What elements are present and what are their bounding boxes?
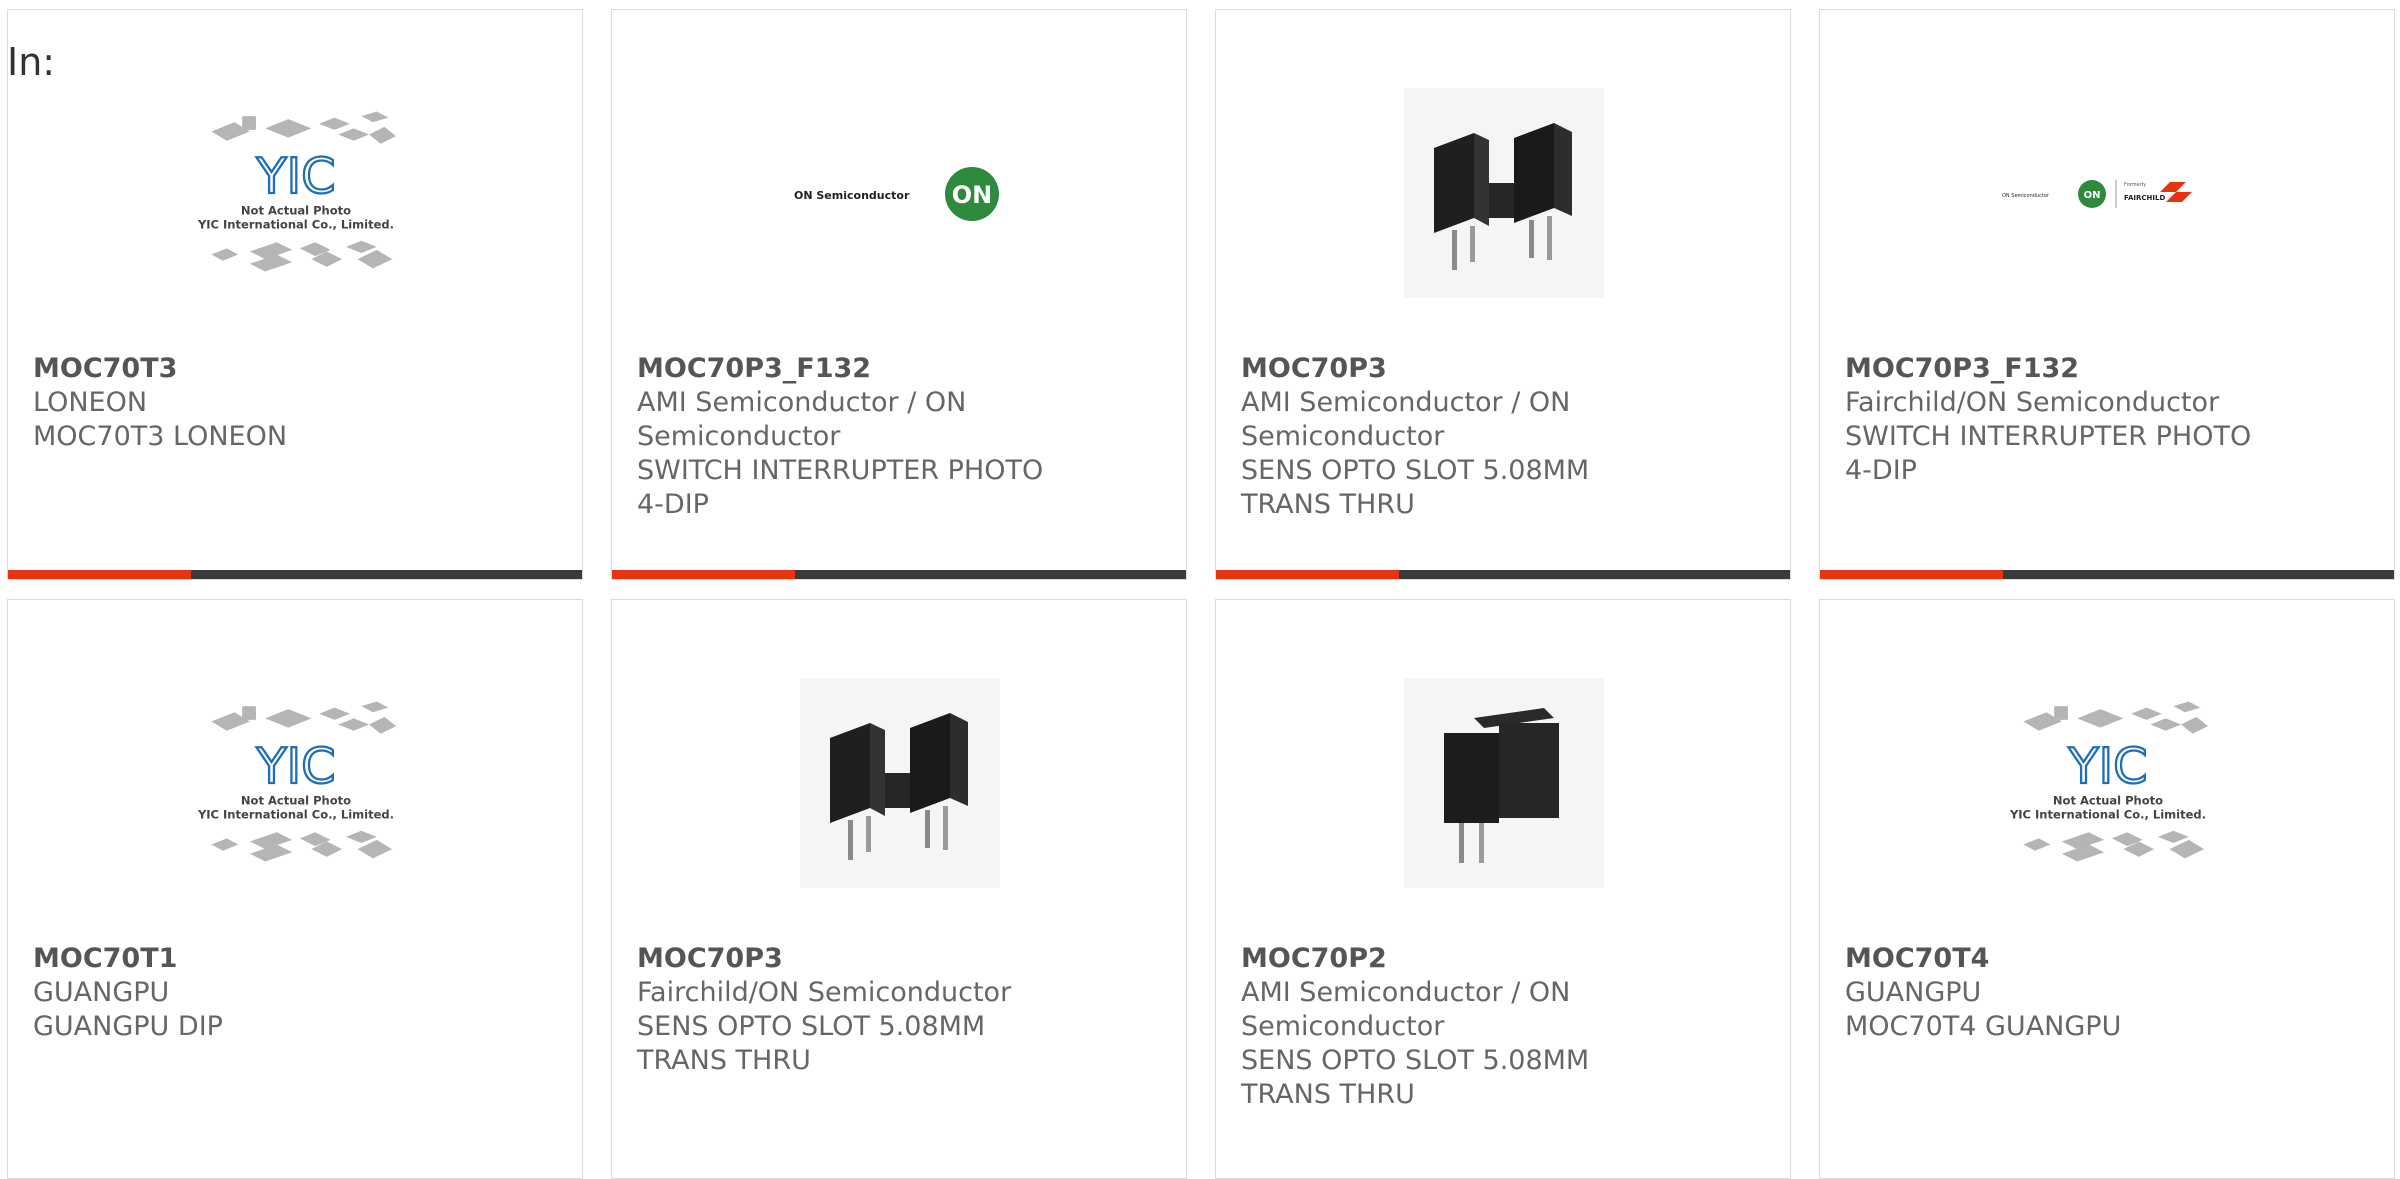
company-caption: YIC International Co., Limited.	[2009, 807, 2206, 821]
product-card[interactable]: YIC Not Actual Photo YIC International C…	[7, 599, 583, 1179]
card-accent-bar	[1216, 570, 1399, 579]
on-semi-logo: ON Semiconductor ON	[792, 88, 1012, 298]
on-semi-wordmark-small: ON Semiconductor	[2002, 193, 2050, 199]
part-number[interactable]: MOC70P3_F132	[637, 352, 1057, 386]
product-card[interactable]: ON Semiconductor ON MOC70P3_F132 AMI Sem…	[611, 9, 1187, 580]
filter-label: In:	[7, 40, 56, 84]
not-actual-photo-caption: Not Actual Photo	[2053, 794, 2163, 808]
yic-logo: YIC	[256, 737, 336, 795]
description: GUANGPU DIP	[33, 1011, 223, 1042]
description: SWITCH INTERRUPTER PHOTO 4-DIP	[1845, 421, 2252, 486]
photo-interrupter-image	[1404, 88, 1604, 298]
part-number[interactable]: MOC70T4	[1845, 942, 2374, 976]
on-badge: ON	[952, 181, 993, 209]
photo-interrupter-image	[800, 678, 1000, 888]
card-accent-bar	[1820, 570, 2003, 579]
product-image-placeholder: YIC Not Actual Photo YIC International C…	[196, 88, 396, 298]
product-image-placeholder: YIC Not Actual Photo YIC International C…	[2008, 678, 2208, 888]
product-card[interactable]: MOC70P3 Fairchild/ON Semiconductor SENS …	[611, 599, 1187, 1179]
manufacturer: AMI Semiconductor / ON Semiconductor	[1241, 977, 1571, 1042]
manufacturer: Fairchild/ON Semiconductor	[637, 977, 1012, 1008]
photo-interrupter-image	[1404, 678, 1604, 888]
product-card[interactable]: MOC70P2 AMI Semiconductor / ON Semicondu…	[1215, 599, 1791, 1179]
yic-logo: YIC	[2068, 737, 2148, 795]
on-semi-wordmark: ON Semiconductor	[794, 189, 910, 202]
card-accent-bar	[8, 570, 191, 579]
product-card[interactable]: YIC Not Actual Photo YIC International C…	[7, 9, 583, 580]
product-image-placeholder: YIC Not Actual Photo YIC International C…	[196, 678, 396, 888]
part-number[interactable]: MOC70P2	[1241, 942, 1681, 976]
part-number[interactable]: MOC70P3	[637, 942, 1077, 976]
not-actual-photo-caption: Not Actual Photo	[241, 794, 351, 808]
company-caption: YIC International Co., Limited.	[197, 217, 394, 231]
description: SWITCH INTERRUPTER PHOTO 4-DIP	[637, 455, 1044, 520]
manufacturer: AMI Semiconductor / ON Semiconductor	[637, 387, 967, 452]
on-badge-small: ON	[2084, 190, 2101, 201]
card-footer-bar	[8, 570, 582, 579]
company-caption: YIC International Co., Limited.	[197, 807, 394, 821]
card-accent-bar	[612, 570, 795, 579]
manufacturer: LONEON	[33, 387, 148, 418]
product-card[interactable]: ON Semiconductor ON Formerly FAIRCHILD M…	[1819, 9, 2395, 580]
product-card[interactable]: YIC Not Actual Photo YIC International C…	[1819, 599, 2395, 1179]
manufacturer: Fairchild/ON Semiconductor	[1845, 387, 2220, 418]
manufacturer: GUANGPU	[1845, 977, 1982, 1008]
card-footer-bar	[1820, 570, 2394, 579]
formerly-label: Formerly	[2124, 182, 2146, 188]
manufacturer: GUANGPU	[33, 977, 170, 1008]
description: MOC70T3 LONEON	[33, 421, 288, 452]
yic-logo: YIC	[256, 147, 336, 205]
part-number[interactable]: MOC70T3	[33, 352, 562, 386]
part-number[interactable]: MOC70T1	[33, 942, 562, 976]
description: SENS OPTO SLOT 5.08MM TRANS THRU	[1241, 1045, 1590, 1110]
description: MOC70T4 GUANGPU	[1845, 1011, 2122, 1042]
part-number[interactable]: MOC70P3	[1241, 352, 1681, 386]
card-footer-bar	[1216, 570, 1790, 579]
description: SENS OPTO SLOT 5.08MM TRANS THRU	[1241, 455, 1590, 520]
part-number[interactable]: MOC70P3_F132	[1845, 352, 2285, 386]
not-actual-photo-caption: Not Actual Photo	[241, 204, 351, 218]
fairchild-wordmark: FAIRCHILD	[2124, 194, 2165, 202]
product-card[interactable]: MOC70P3 AMI Semiconductor / ON Semicondu…	[1215, 9, 1791, 580]
card-footer-bar	[612, 570, 1186, 579]
fairchild-on-logo: ON Semiconductor ON Formerly FAIRCHILD	[2000, 88, 2220, 298]
description: SENS OPTO SLOT 5.08MM TRANS THRU	[637, 1011, 986, 1076]
manufacturer: AMI Semiconductor / ON Semiconductor	[1241, 387, 1571, 452]
